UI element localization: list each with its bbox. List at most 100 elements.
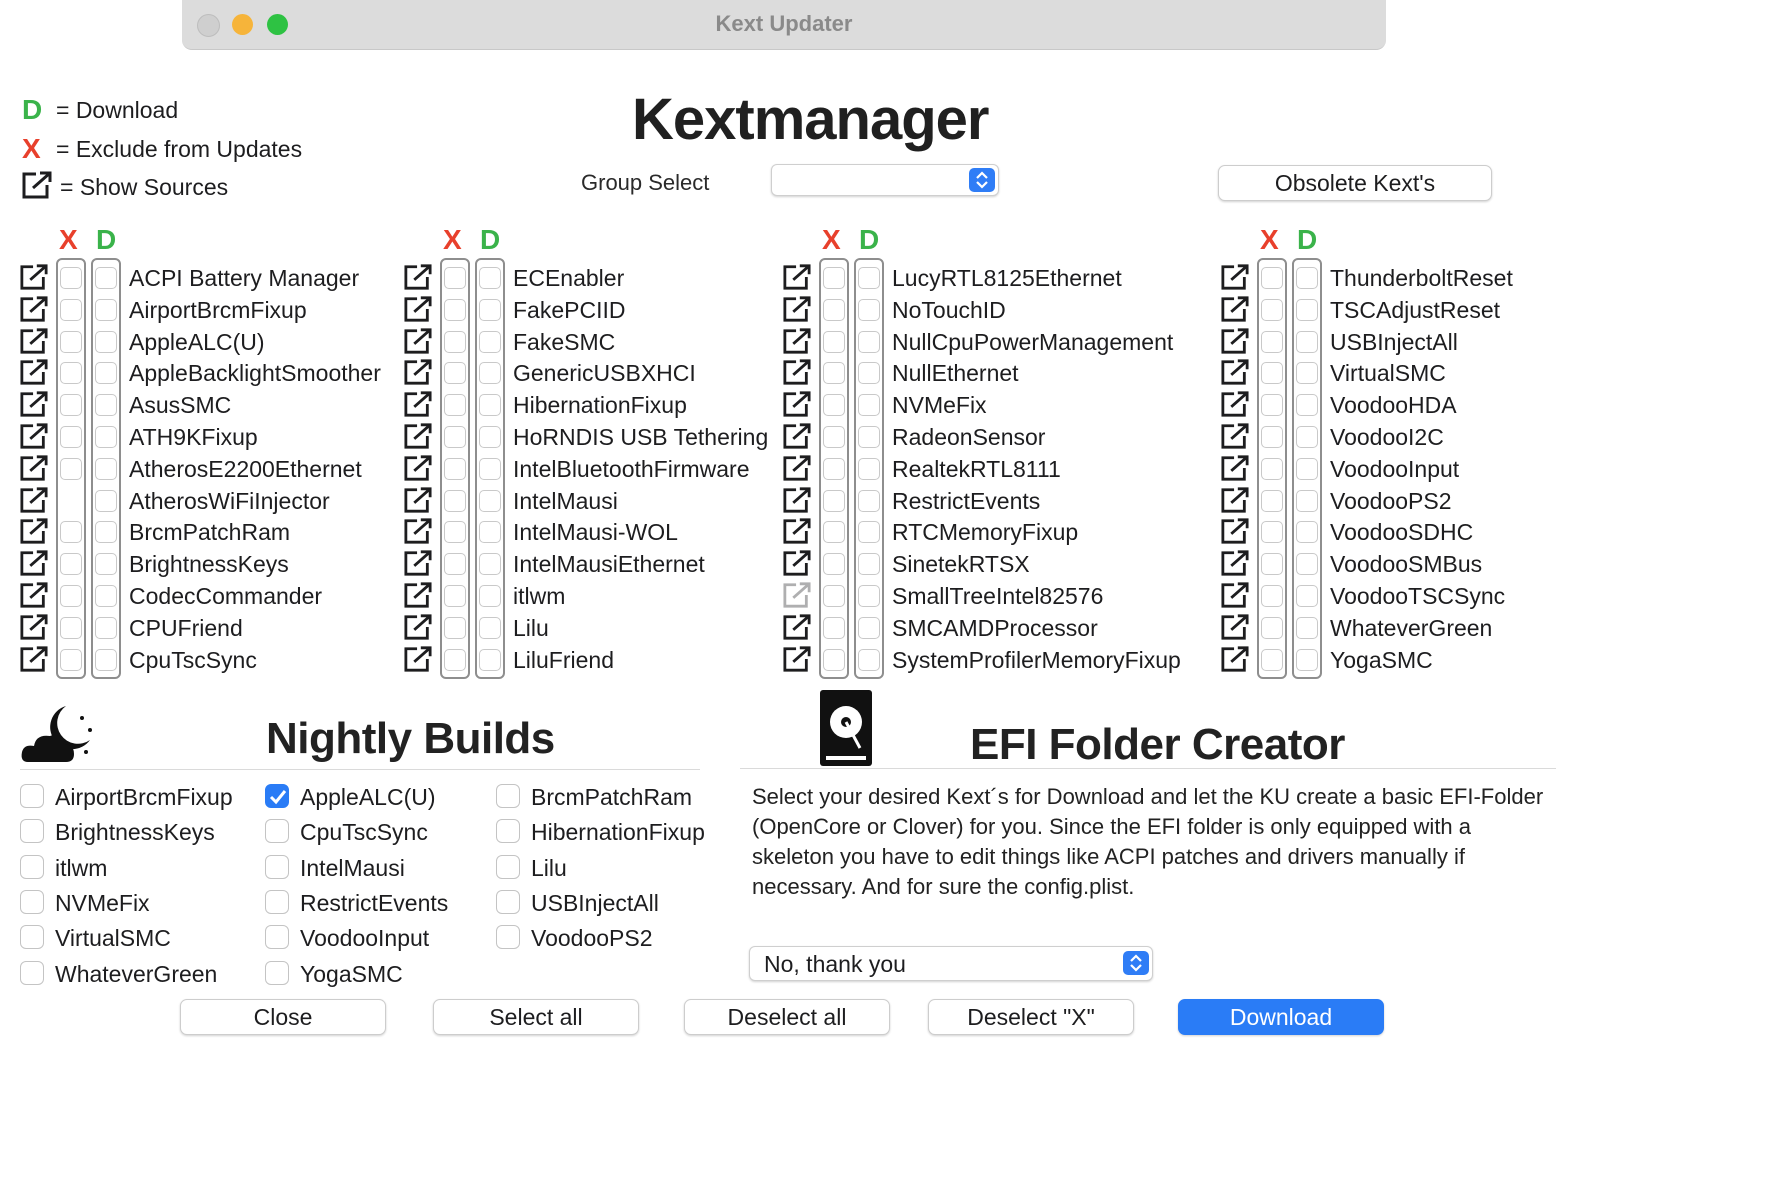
external-link-icon[interactable] [1219, 645, 1251, 673]
external-link-icon[interactable] [1219, 390, 1251, 418]
exclude-checkbox-tscadjustreset[interactable] [1261, 298, 1283, 321]
external-link-icon[interactable] [1219, 295, 1251, 323]
exclude-checkbox-brightnesskeys[interactable] [60, 553, 82, 576]
external-link-icon[interactable] [781, 613, 813, 641]
download-checkbox-itlwm[interactable] [479, 585, 501, 607]
download-checkbox-voodoosdhc[interactable] [1296, 521, 1318, 544]
external-link-icon[interactable] [402, 549, 434, 577]
download-checkbox-intelbluetoothfirmware[interactable] [479, 457, 501, 480]
external-link-icon[interactable] [402, 295, 434, 323]
download-checkbox-nvmefix[interactable] [858, 394, 880, 417]
exclude-checkbox-lucyrtl8125ethernet[interactable] [823, 267, 845, 289]
nightly-checkbox-yogasmc[interactable] [265, 960, 289, 985]
download-checkbox-usbinjectall[interactable] [1296, 330, 1318, 353]
exclude-checkbox-smcamdprocessor[interactable] [823, 616, 845, 639]
download-checkbox-brcmpatchram[interactable] [95, 521, 117, 544]
download-checkbox-voodoohda[interactable] [1296, 394, 1318, 417]
download-checkbox-voodoops2[interactable] [1296, 489, 1318, 512]
download-checkbox-nullethernet[interactable] [858, 362, 880, 385]
download-checkbox-hibernationfixup[interactable] [479, 394, 501, 417]
external-link-icon[interactable] [18, 517, 50, 545]
external-link-icon[interactable] [1219, 454, 1251, 482]
download-checkbox-cputscsync[interactable] [95, 648, 117, 671]
exclude-checkbox-fakesmc[interactable] [444, 330, 466, 353]
exclude-checkbox-intelmausi[interactable] [444, 489, 466, 512]
exclude-checkbox-cputscsync[interactable] [60, 648, 82, 671]
download-checkbox-voodootscsync[interactable] [1296, 585, 1318, 607]
external-link-icon[interactable] [781, 486, 813, 514]
external-link-icon[interactable] [781, 390, 813, 418]
exclude-checkbox-intelmausi-wol[interactable] [444, 521, 466, 544]
download-checkbox-restrictevents[interactable] [858, 489, 880, 512]
exclude-checkbox-usbinjectall[interactable] [1261, 330, 1283, 353]
exclude-checkbox-atherose2200ethernet[interactable] [60, 457, 82, 480]
exclude-checkbox-rtcmemoryfixup[interactable] [823, 521, 845, 544]
external-link-icon[interactable] [402, 358, 434, 386]
external-link-icon[interactable] [1219, 263, 1251, 291]
exclude-checkbox-radeonsensor[interactable] [823, 426, 845, 448]
external-link-icon[interactable] [781, 517, 813, 545]
external-link-icon[interactable] [1219, 422, 1251, 450]
exclude-checkbox-lilu[interactable] [444, 616, 466, 639]
external-link-icon[interactable] [402, 454, 434, 482]
nightly-checkbox-brightnesskeys[interactable] [20, 819, 44, 844]
download-checkbox-virtualsmc[interactable] [1296, 362, 1318, 385]
close-button[interactable]: Close [180, 999, 386, 1035]
external-link-icon[interactable] [1219, 613, 1251, 641]
exclude-checkbox-airportbrcmfixup[interactable] [60, 298, 82, 321]
exclude-checkbox-itlwm[interactable] [444, 585, 466, 607]
obsolete-kexts-button[interactable]: Obsolete Kext's [1218, 165, 1492, 201]
exclude-checkbox-fakepciid[interactable] [444, 298, 466, 321]
external-link-icon[interactable] [402, 327, 434, 355]
download-checkbox-atheroswifiinjector[interactable] [95, 489, 117, 512]
nightly-checkbox-airportbrcmfixup[interactable] [20, 784, 44, 808]
download-button[interactable]: Download [1178, 999, 1384, 1035]
group-select-popup[interactable] [771, 164, 999, 196]
exclude-checkbox-systemprofilermemoryfixup[interactable] [823, 648, 845, 671]
nightly-checkbox-virtualsmc[interactable] [20, 925, 44, 950]
download-checkbox-ath9kfixup[interactable] [95, 426, 117, 448]
exclude-checkbox-asussmc[interactable] [60, 394, 82, 417]
external-link-icon[interactable] [18, 295, 50, 323]
download-checkbox-brightnesskeys[interactable] [95, 553, 117, 576]
exclude-checkbox-lilufriend[interactable] [444, 648, 466, 671]
external-link-icon[interactable] [781, 263, 813, 291]
external-link-icon[interactable] [18, 358, 50, 386]
external-link-icon[interactable] [1219, 517, 1251, 545]
external-link-icon[interactable] [781, 581, 813, 609]
download-checkbox-smalltreeintel82576[interactable] [858, 585, 880, 607]
download-checkbox-acpi-battery-manager[interactable] [95, 267, 117, 289]
exclude-checkbox-cpufriend[interactable] [60, 616, 82, 639]
download-checkbox-notouchid[interactable] [858, 298, 880, 321]
nightly-checkbox-intelmausi[interactable] [265, 854, 289, 879]
download-checkbox-intelmausi[interactable] [479, 489, 501, 512]
download-checkbox-genericusbxhci[interactable] [479, 362, 501, 385]
external-link-icon[interactable] [18, 645, 50, 673]
nightly-checkbox-voodoops2[interactable] [496, 925, 520, 950]
external-link-icon[interactable] [781, 549, 813, 577]
nightly-checkbox-whatevergreen[interactable] [20, 960, 44, 985]
external-link-icon[interactable] [18, 486, 50, 514]
external-link-icon[interactable] [18, 390, 50, 418]
nightly-checkbox-applealc-u-[interactable] [265, 784, 289, 808]
exclude-checkbox-applealc-u-[interactable] [60, 330, 82, 353]
download-checkbox-fakesmc[interactable] [479, 330, 501, 353]
nightly-checkbox-brcmpatchram[interactable] [496, 784, 520, 808]
external-link-icon[interactable] [781, 358, 813, 386]
exclude-checkbox-yogasmc[interactable] [1261, 648, 1283, 671]
exclude-checkbox-intelmausiethernet[interactable] [444, 553, 466, 576]
download-checkbox-ecenabler[interactable] [479, 267, 501, 289]
download-checkbox-lucyrtl8125ethernet[interactable] [858, 267, 880, 289]
download-checkbox-rtcmemoryfixup[interactable] [858, 521, 880, 544]
external-link-icon[interactable] [18, 454, 50, 482]
nightly-checkbox-restrictevents[interactable] [265, 889, 289, 914]
download-checkbox-cpufriend[interactable] [95, 616, 117, 639]
external-link-icon[interactable] [1219, 581, 1251, 609]
download-checkbox-whatevergreen[interactable] [1296, 616, 1318, 639]
exclude-checkbox-restrictevents[interactable] [823, 489, 845, 512]
exclude-checkbox-ecenabler[interactable] [444, 267, 466, 289]
download-checkbox-voodooi2c[interactable] [1296, 426, 1318, 448]
download-checkbox-yogasmc[interactable] [1296, 648, 1318, 671]
external-link-icon[interactable] [402, 645, 434, 673]
download-checkbox-voodooinput[interactable] [1296, 457, 1318, 480]
